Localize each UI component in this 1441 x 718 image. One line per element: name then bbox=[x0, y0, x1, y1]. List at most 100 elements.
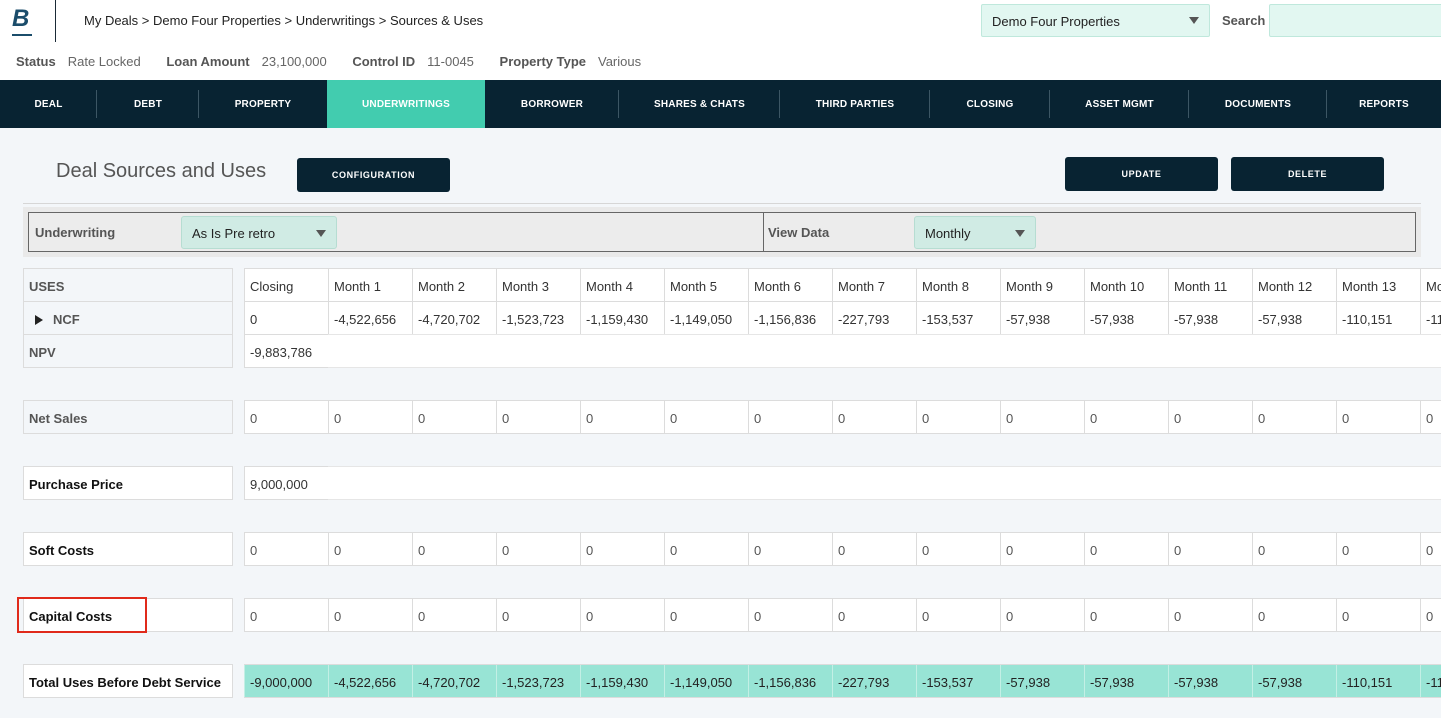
ncf-label[interactable]: NCF bbox=[23, 301, 233, 335]
net-sales-cell: 0 bbox=[1000, 401, 1084, 433]
delete-button[interactable]: DELETE bbox=[1231, 157, 1384, 191]
search-label: Search bbox=[1222, 13, 1266, 28]
ncf-cell: -57,938 bbox=[1168, 302, 1252, 334]
ncf-cell: -1,523,723 bbox=[496, 302, 580, 334]
total-cell: -1,156,836 bbox=[748, 665, 832, 697]
capital-costs-cell: 0 bbox=[580, 599, 664, 631]
soft-costs-cell: 0 bbox=[832, 533, 916, 565]
tab-reports[interactable]: REPORTS bbox=[1327, 80, 1441, 128]
total-cell: -1,523,723 bbox=[496, 665, 580, 697]
net-sales-cell: 0 bbox=[412, 401, 496, 433]
property-type-value: Various bbox=[598, 54, 642, 69]
net-sales-row: Net Sales 000000000000000 bbox=[0, 400, 1441, 434]
npv-value: -9,883,786 bbox=[244, 335, 328, 367]
net-sales-cell: 0 bbox=[580, 401, 664, 433]
view-data-select[interactable]: Monthly bbox=[914, 216, 1036, 249]
total-cell: -11 bbox=[1420, 665, 1441, 697]
logo-letter: B bbox=[12, 5, 30, 32]
total-cell: -57,938 bbox=[1168, 665, 1252, 697]
total-cell: -1,149,050 bbox=[664, 665, 748, 697]
ncf-cell: -4,522,656 bbox=[328, 302, 412, 334]
npv-row: NPV -9,883,786 bbox=[0, 334, 1441, 368]
soft-costs-cell: 0 bbox=[1084, 533, 1168, 565]
ncf-cell: -57,938 bbox=[1000, 302, 1084, 334]
capital-costs-cell: 0 bbox=[496, 599, 580, 631]
search-input[interactable] bbox=[1269, 4, 1441, 37]
filter-panel: Underwriting As Is Pre retro View Data M… bbox=[28, 212, 1416, 252]
soft-costs-cell: 0 bbox=[748, 533, 832, 565]
divider bbox=[23, 203, 1421, 204]
capital-costs-cell: 0 bbox=[916, 599, 1000, 631]
soft-costs-label: Soft Costs bbox=[23, 532, 233, 566]
loan-amount-value: 23,100,000 bbox=[261, 54, 327, 69]
expand-arrow-icon[interactable] bbox=[35, 315, 43, 325]
tab-third-parties[interactable]: THIRD PARTIES bbox=[780, 80, 930, 128]
update-button[interactable]: UPDATE bbox=[1065, 157, 1218, 191]
capital-costs-cell: 0 bbox=[328, 599, 412, 631]
column-header: Month 7 bbox=[832, 269, 916, 301]
header: B My Deals > Demo Four Properties > Unde… bbox=[0, 0, 1441, 80]
view-data-select-value: Monthly bbox=[925, 226, 971, 241]
soft-costs-cell: 0 bbox=[1420, 533, 1441, 565]
capital-costs-cell: 0 bbox=[664, 599, 748, 631]
net-sales-cell: 0 bbox=[832, 401, 916, 433]
total-cell: -110,151 bbox=[1336, 665, 1420, 697]
column-header: Closing bbox=[244, 269, 328, 301]
soft-costs-cell: 0 bbox=[1168, 533, 1252, 565]
total-row: Total Uses Before Debt Service -9,000,00… bbox=[0, 664, 1441, 698]
tab-property[interactable]: PROPERTY bbox=[199, 80, 327, 128]
breadcrumb[interactable]: My Deals > Demo Four Properties > Underw… bbox=[84, 13, 483, 28]
capital-costs-cell: 0 bbox=[1420, 599, 1441, 631]
npv-blank bbox=[328, 334, 1441, 368]
soft-costs-cell: 0 bbox=[580, 533, 664, 565]
soft-costs-cell: 0 bbox=[244, 533, 328, 565]
column-header: Month 2 bbox=[412, 269, 496, 301]
tab-closing[interactable]: CLOSING bbox=[930, 80, 1050, 128]
property-type-label: Property Type bbox=[499, 54, 586, 69]
tab-debt[interactable]: DEBT bbox=[97, 80, 199, 128]
column-header: Month 3 bbox=[496, 269, 580, 301]
purchase-price-label: Purchase Price bbox=[23, 466, 233, 500]
capital-costs-cell: 0 bbox=[1252, 599, 1336, 631]
tab-deal[interactable]: DEAL bbox=[0, 80, 97, 128]
deal-selector[interactable]: Demo Four Properties bbox=[981, 4, 1210, 37]
column-header: Month 1 bbox=[328, 269, 412, 301]
purchase-price-row: Purchase Price 9,000,000 bbox=[0, 466, 1441, 500]
underwriting-select[interactable]: As Is Pre retro bbox=[181, 216, 337, 249]
ncf-cell: -227,793 bbox=[832, 302, 916, 334]
logo-underline bbox=[12, 34, 32, 36]
chevron-down-icon bbox=[1015, 230, 1025, 237]
total-cell: -57,938 bbox=[1084, 665, 1168, 697]
total-cell: -1,159,430 bbox=[580, 665, 664, 697]
capital-costs-cell: 0 bbox=[1336, 599, 1420, 631]
column-header: Month 9 bbox=[1000, 269, 1084, 301]
net-sales-cell: 0 bbox=[1336, 401, 1420, 433]
tab-documents[interactable]: DOCUMENTS bbox=[1189, 80, 1327, 128]
net-sales-cell: 0 bbox=[496, 401, 580, 433]
net-sales-label: Net Sales bbox=[23, 400, 233, 434]
total-cell: -9,000,000 bbox=[244, 665, 328, 697]
ncf-cell: -110,151 bbox=[1336, 302, 1420, 334]
net-sales-cell: 0 bbox=[1084, 401, 1168, 433]
capital-costs-cells: 000000000000000 bbox=[244, 598, 1441, 632]
soft-costs-cell: 0 bbox=[496, 533, 580, 565]
capital-costs-cell: 0 bbox=[1168, 599, 1252, 631]
ncf-cell: -1,149,050 bbox=[664, 302, 748, 334]
net-sales-cell: 0 bbox=[328, 401, 412, 433]
header-row: USES Closing Month 1 Month 2 Month 3 Month 4… bbox=[0, 268, 1441, 302]
tab-underwritings[interactable]: UNDERWRITINGS bbox=[327, 80, 485, 128]
column-header: Month 12 bbox=[1252, 269, 1336, 301]
tab-borrower[interactable]: BORROWER bbox=[485, 80, 619, 128]
filter-bar: Underwriting As Is Pre retro View Data M… bbox=[23, 207, 1421, 257]
tab-shares-chats[interactable]: SHARES & CHATS bbox=[619, 80, 780, 128]
total-cell: -4,720,702 bbox=[412, 665, 496, 697]
logo[interactable]: B bbox=[12, 5, 34, 36]
configuration-button[interactable]: CONFIGURATION bbox=[297, 158, 450, 192]
capital-costs-cell: 0 bbox=[1084, 599, 1168, 631]
net-sales-cell: 0 bbox=[1252, 401, 1336, 433]
soft-costs-cell: 0 bbox=[412, 533, 496, 565]
tab-asset-mgmt[interactable]: ASSET MGMT bbox=[1050, 80, 1189, 128]
purchase-price-blank bbox=[328, 466, 1441, 500]
purchase-price-value: 9,000,000 bbox=[244, 467, 328, 499]
capital-costs-cell: 0 bbox=[412, 599, 496, 631]
